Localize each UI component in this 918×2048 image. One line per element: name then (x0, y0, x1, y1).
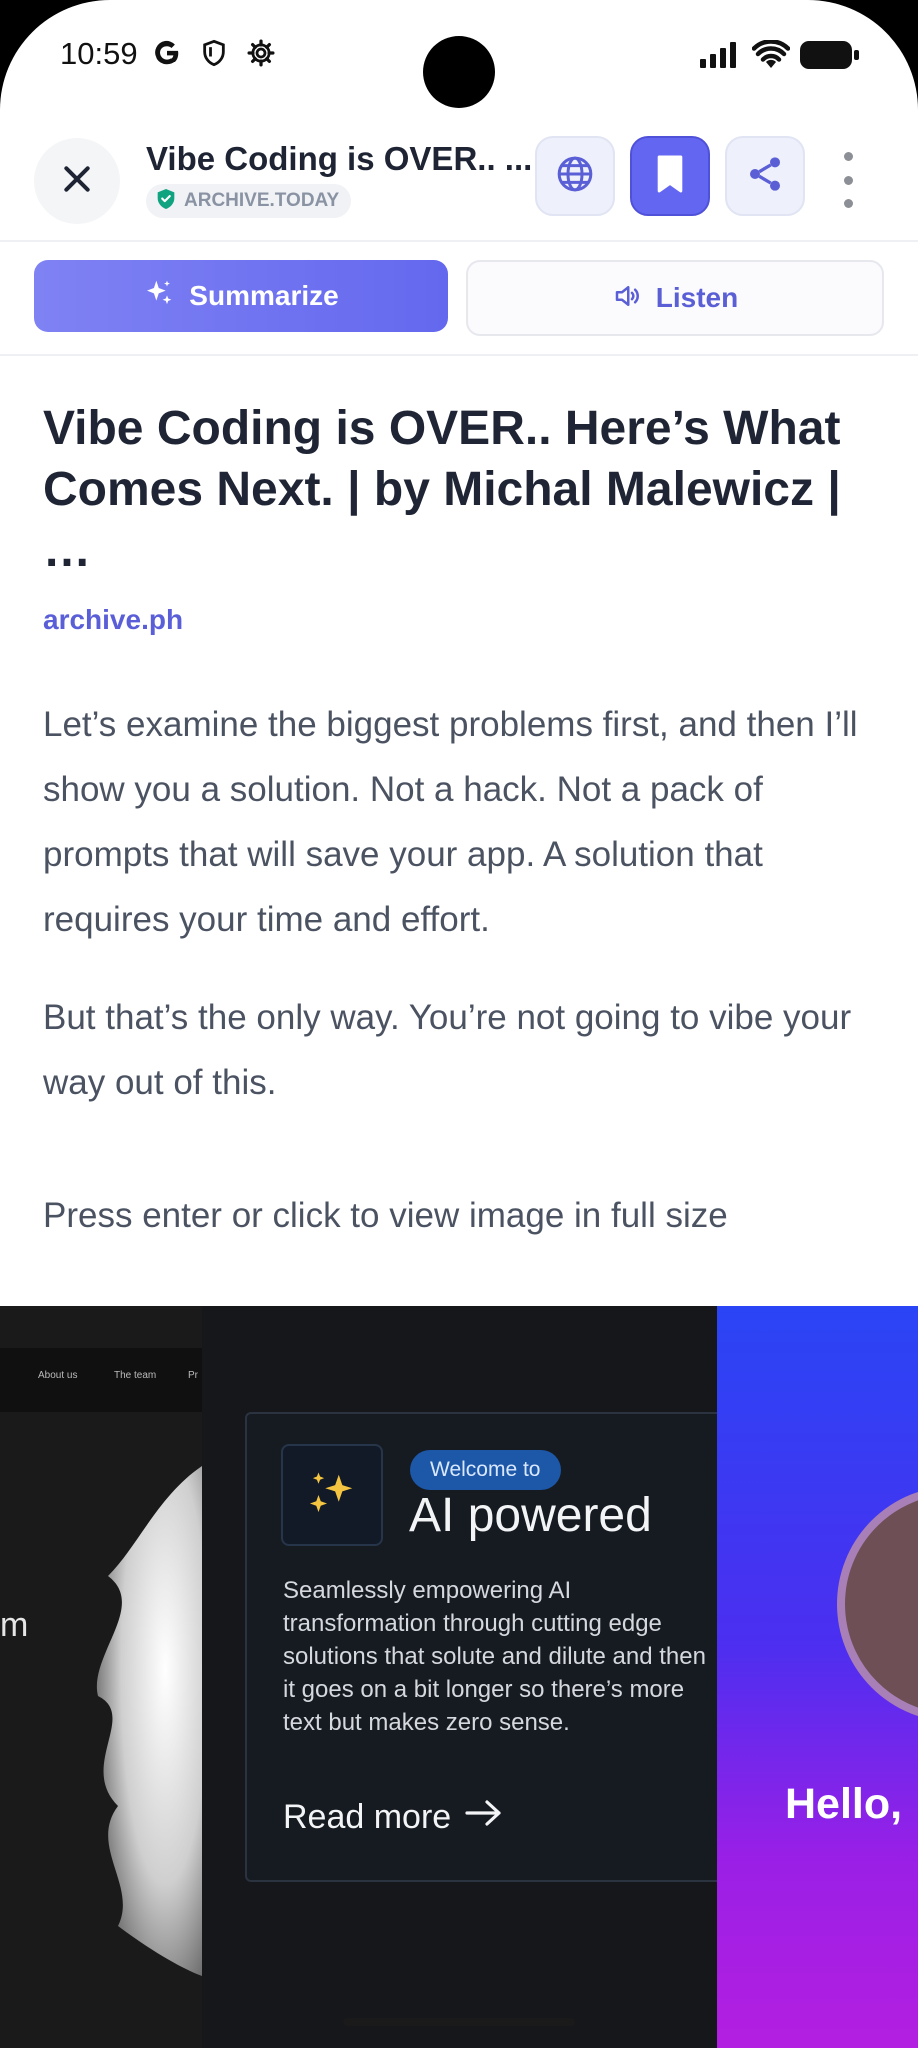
shield-icon (200, 38, 228, 73)
verified-shield-icon (156, 188, 176, 215)
sparkle-icon (143, 278, 175, 315)
article-headline: Vibe Coding is OVER.. Here’s What Comes … (43, 402, 841, 577)
avatar (837, 1486, 918, 1722)
article-image[interactable]: About us The team Pr m Welcome to AI pow… (0, 1306, 918, 2048)
globe-icon (555, 154, 595, 199)
article-paragraph: Let’s examine the biggest problems first… (43, 705, 858, 939)
share-button[interactable] (725, 136, 805, 216)
image-caption-hint: Press enter or click to view image in fu… (43, 1196, 728, 1235)
more-dot (843, 199, 853, 208)
gear-icon (246, 38, 276, 73)
read-more-link: Read more (283, 1798, 503, 1837)
battery-icon (800, 41, 860, 74)
close-icon (61, 163, 93, 200)
promo-card: Welcome to AI powered Seamlessly empower… (245, 1412, 729, 1882)
toolbar-divider (0, 240, 918, 242)
welcome-badge: Welcome to (410, 1450, 561, 1490)
more-vertical-icon (843, 152, 853, 161)
source-link[interactable]: archive.ph (43, 604, 183, 636)
page-title: Vibe Coding is OVER.. ... (146, 140, 533, 177)
bookmark-button[interactable] (630, 136, 710, 216)
image-nav (0, 1348, 202, 1412)
summarize-label: Summarize (189, 280, 339, 311)
image-nav-item: The team (114, 1370, 157, 1381)
status-bar: 10:59 (0, 0, 918, 110)
image-panel-left: About us The team Pr m (0, 1306, 202, 2048)
source-badge: ARCHIVE.TODAY (146, 184, 352, 218)
listen-label: Listen (655, 282, 739, 313)
image-panel-right: Hello, (717, 1306, 918, 2048)
screen: 10:59 Vibe Coding is OVER.. ... ARCHIVE.… (0, 0, 918, 2048)
front-camera (423, 36, 495, 108)
summarize-button[interactable]: Summarize (34, 260, 448, 332)
speaker-icon (612, 281, 642, 316)
sculpture-illustration (78, 1456, 202, 1981)
home-indicator[interactable] (343, 2018, 575, 2026)
card-body: Seamlessly empowering AI transformation … (283, 1577, 706, 1736)
wifi-icon (751, 39, 791, 75)
image-text-fragment: m (0, 1606, 29, 1644)
google-icon (152, 38, 182, 73)
close-button[interactable] (34, 138, 120, 224)
translate-button[interactable] (535, 136, 615, 216)
more-options-button[interactable] (830, 152, 866, 208)
welcome-label: Welcome to (430, 1458, 541, 1481)
image-nav-item: Pr (188, 1370, 198, 1381)
read-more-label: Read more (283, 1798, 452, 1836)
share-icon (745, 154, 785, 199)
reader-toolbar: Vibe Coding is OVER.. ... ARCHIVE.TODAY (0, 128, 918, 240)
hello-text: Hello, (785, 1780, 903, 1828)
sparkle-icon (281, 1444, 383, 1546)
article-paragraph: But that’s the only way. You’re not goin… (43, 998, 852, 1102)
status-time: 10:59 (60, 36, 138, 71)
signal-icon (700, 42, 740, 73)
listen-button[interactable]: Listen (466, 260, 884, 336)
source-label: ARCHIVE.TODAY (184, 190, 340, 211)
actions-divider (0, 354, 918, 356)
bookmark-icon (654, 154, 686, 199)
image-nav-item: About us (38, 1370, 78, 1381)
arrow-right-icon (465, 1798, 503, 1837)
more-dot (843, 175, 853, 185)
card-title: AI powered (409, 1489, 652, 1542)
